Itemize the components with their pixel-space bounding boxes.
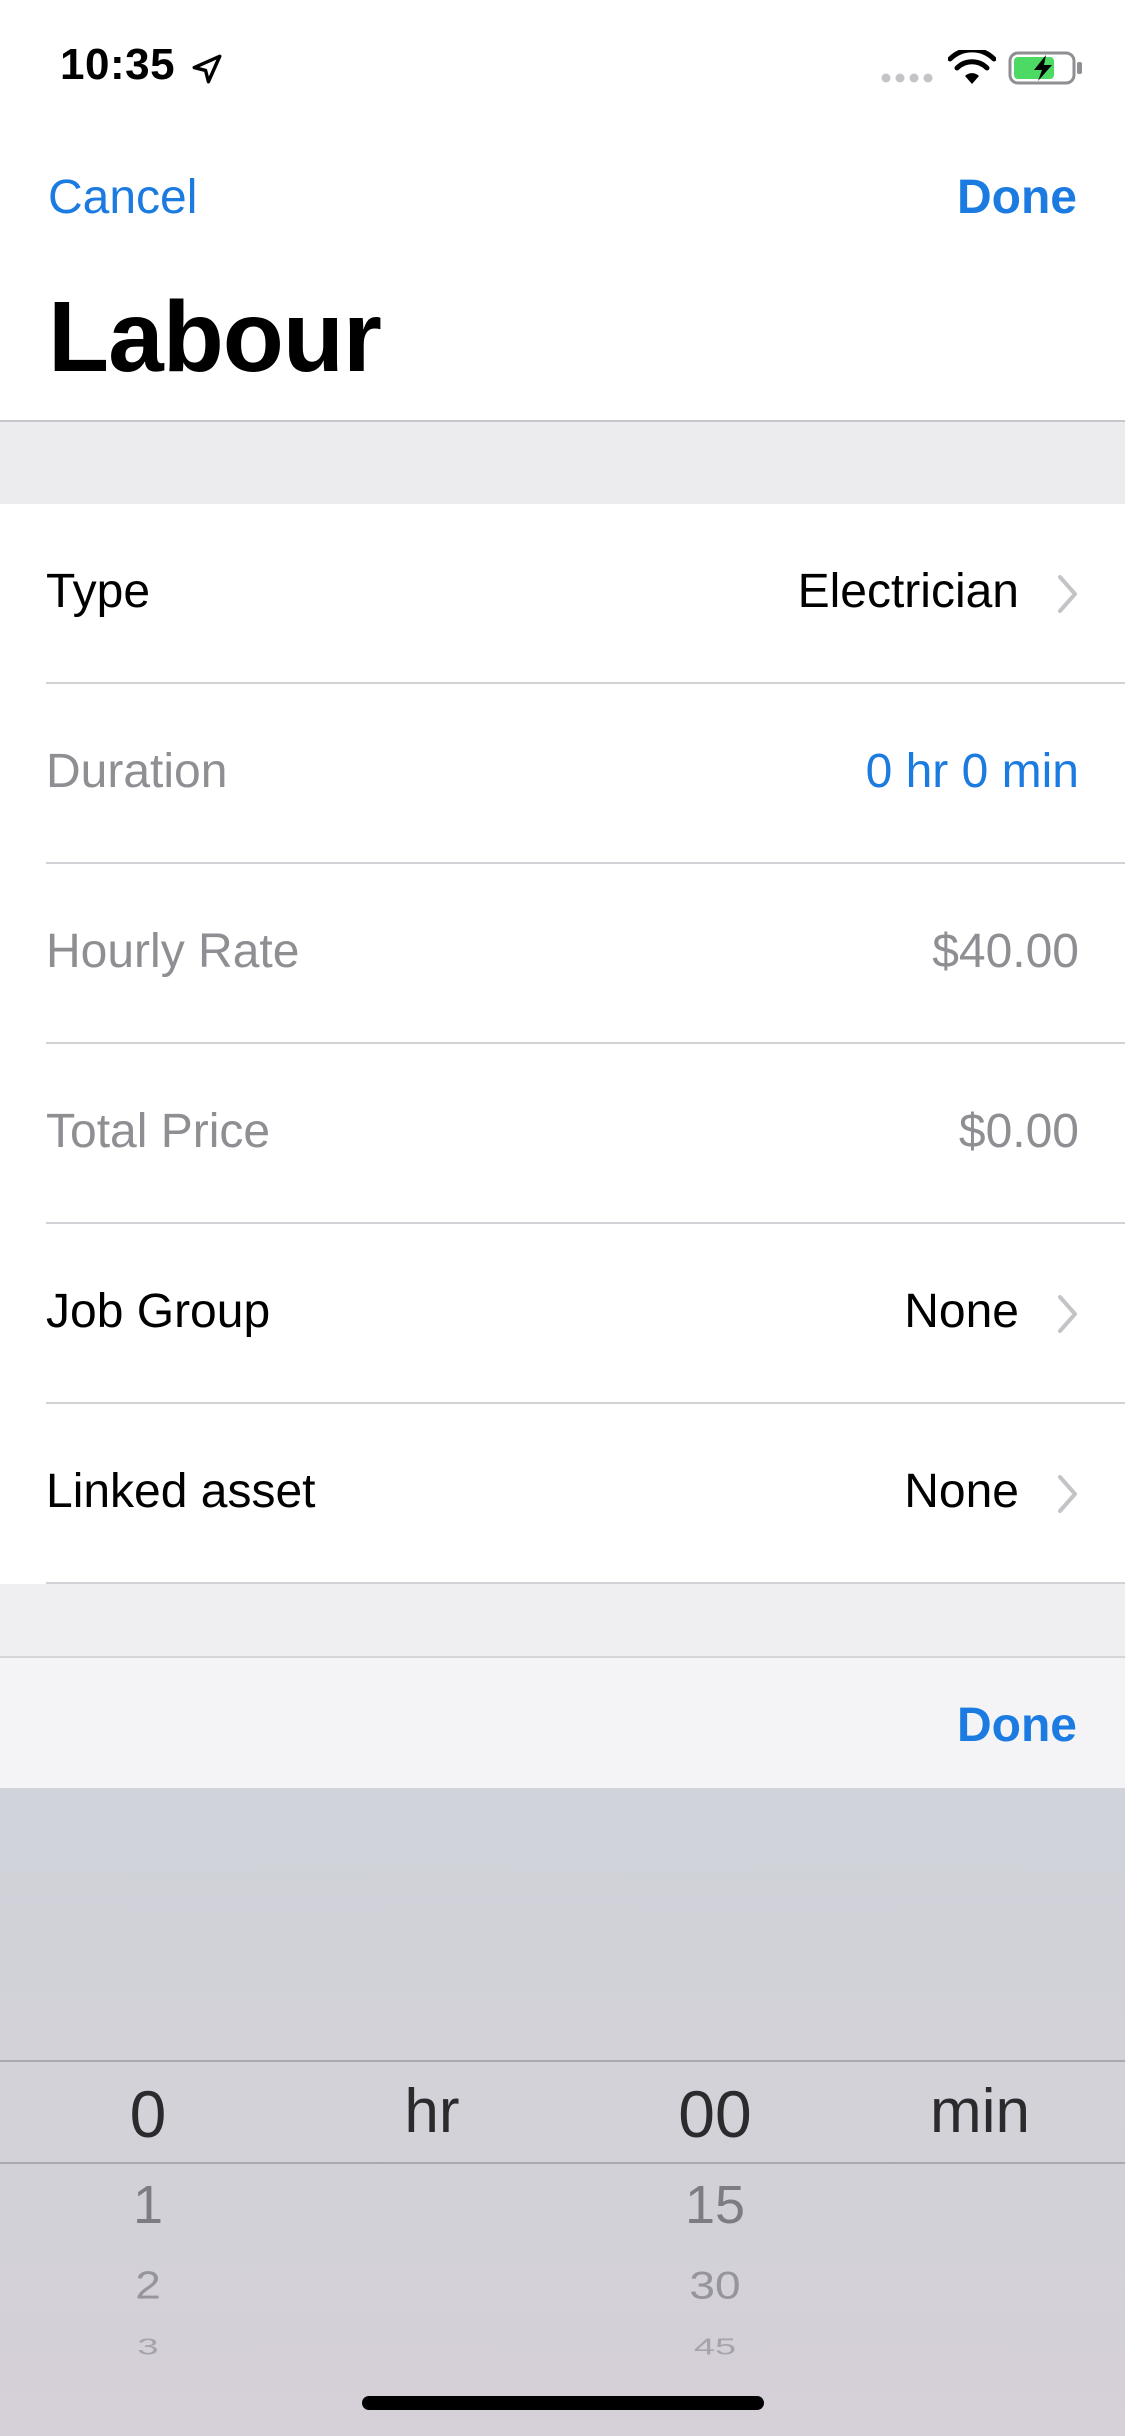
- labour-form: Type Electrician Duration 0 hr 0 min Hou…: [0, 504, 1125, 1584]
- total-price-label: Total Price: [46, 1105, 271, 1158]
- duration-value[interactable]: 0 hr 0 min: [866, 744, 1079, 799]
- type-label: Type: [46, 565, 151, 618]
- hours-option[interactable]: 1: [88, 2174, 208, 2236]
- total-price-row: Total Price $0.00: [0, 1044, 1125, 1224]
- cellular-signal-icon: [881, 73, 933, 83]
- minutes-option[interactable]: 45: [640, 2335, 790, 2361]
- type-row[interactable]: Type Electrician: [0, 504, 1125, 684]
- minutes-selected[interactable]: 00: [640, 2076, 790, 2152]
- picker-toolbar: Done: [0, 1656, 1125, 1788]
- list-footer-spacer: [0, 1584, 1125, 1656]
- job-group-row[interactable]: Job Group None: [0, 1224, 1125, 1404]
- hourly-rate-value: $40.00: [932, 925, 1079, 978]
- status-bar: 10:35: [0, 0, 1125, 132]
- duration-label: Duration: [46, 745, 228, 798]
- minutes-unit-label: min: [930, 2077, 1030, 2146]
- page-title: Labour: [48, 281, 382, 393]
- location-arrow-icon: [192, 54, 222, 84]
- hours-option[interactable]: 2: [88, 2262, 208, 2308]
- minutes-option[interactable]: 30: [640, 2262, 790, 2308]
- wifi-icon: [948, 50, 996, 84]
- chevron-right-icon: [1058, 575, 1077, 613]
- duration-picker[interactable]: 0 hr 1 2 3 00 min 15 30 45: [0, 1788, 1125, 2436]
- hours-unit-label: hr: [404, 2077, 460, 2146]
- chevron-right-icon: [1058, 1295, 1077, 1333]
- picker-done-button[interactable]: Done: [957, 1698, 1077, 1753]
- type-value: Electrician: [797, 565, 1019, 618]
- hours-option[interactable]: 3: [88, 2335, 208, 2361]
- battery-charging-icon: [1008, 51, 1082, 85]
- job-group-label: Job Group: [46, 1285, 271, 1338]
- linked-asset-label: Linked asset: [46, 1465, 316, 1518]
- minutes-option[interactable]: 15: [640, 2174, 790, 2236]
- job-group-value: None: [904, 1285, 1019, 1338]
- hours-selected[interactable]: 0: [88, 2076, 208, 2152]
- status-time: 10:35: [60, 40, 176, 89]
- chevron-right-icon: [1058, 1475, 1077, 1513]
- cancel-button[interactable]: Cancel: [48, 170, 197, 225]
- hourly-rate-row: Hourly Rate $40.00: [0, 864, 1125, 1044]
- linked-asset-value: None: [904, 1465, 1019, 1518]
- home-indicator[interactable]: [362, 2396, 764, 2410]
- done-button[interactable]: Done: [957, 170, 1077, 225]
- total-price-value: $0.00: [958, 1105, 1079, 1158]
- hourly-rate-label: Hourly Rate: [46, 925, 300, 978]
- section-spacer: [0, 422, 1125, 504]
- duration-row[interactable]: Duration 0 hr 0 min: [0, 684, 1125, 864]
- linked-asset-row[interactable]: Linked asset None: [0, 1404, 1125, 1584]
